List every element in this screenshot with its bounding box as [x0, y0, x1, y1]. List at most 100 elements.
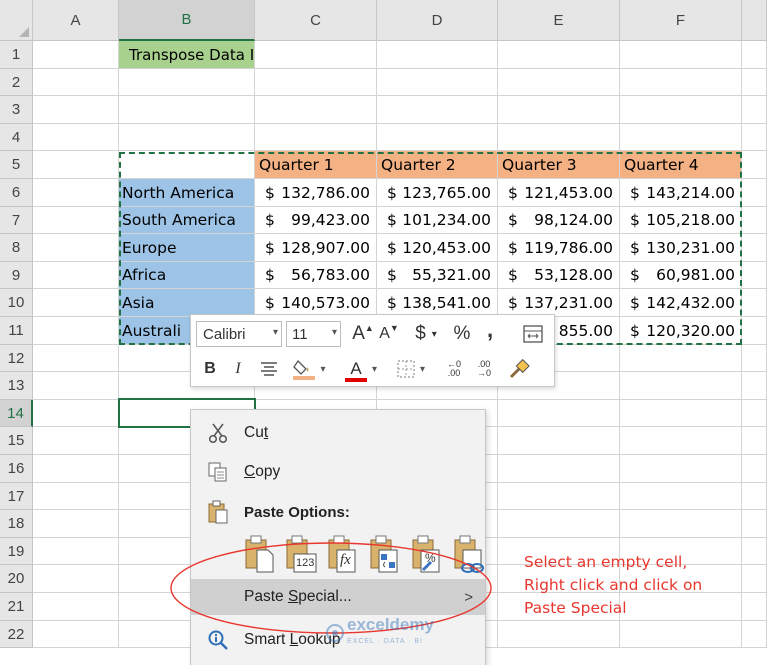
value-cell[interactable]: $60,981.00: [620, 262, 742, 289]
row-header-1[interactable]: 1: [0, 41, 33, 69]
row-header-8[interactable]: 8: [0, 234, 33, 262]
cell[interactable]: [742, 234, 767, 262]
cell[interactable]: [33, 565, 119, 593]
quarter-header-cell[interactable]: Quarter 1: [255, 151, 377, 179]
cell[interactable]: [742, 621, 767, 648]
cell[interactable]: [255, 69, 377, 96]
cell[interactable]: [377, 69, 498, 96]
cell[interactable]: [119, 124, 255, 151]
font-color-button[interactable]: A ▾: [339, 356, 383, 382]
cell[interactable]: [742, 510, 767, 538]
column-header-d[interactable]: D: [377, 0, 498, 41]
value-cell[interactable]: $120,320.00: [620, 317, 742, 345]
value-cell[interactable]: $128,907.00: [255, 234, 377, 262]
value-cell[interactable]: $140,573.00: [255, 289, 377, 317]
cell[interactable]: [33, 400, 119, 427]
column-header-c[interactable]: C: [255, 0, 377, 41]
cell[interactable]: [498, 483, 620, 510]
cell[interactable]: [742, 69, 767, 96]
row-header-3[interactable]: 3: [0, 96, 33, 124]
cell[interactable]: [33, 234, 119, 262]
value-cell[interactable]: $119,786.00: [498, 234, 620, 262]
value-cell[interactable]: $101,234.00: [377, 207, 498, 234]
paste-formulas-icon[interactable]: fx: [327, 534, 359, 574]
cell[interactable]: [33, 345, 119, 372]
cell[interactable]: [742, 289, 767, 317]
cell[interactable]: [620, 372, 742, 400]
column-header-e[interactable]: E: [498, 0, 620, 41]
cell[interactable]: [377, 96, 498, 124]
region-cell[interactable]: South America: [119, 207, 255, 234]
cell[interactable]: [742, 372, 767, 400]
decrease-decimal-button[interactable]: .00 →0: [471, 356, 497, 382]
value-cell[interactable]: $143,214.00: [620, 179, 742, 207]
value-cell[interactable]: $105,218.00: [620, 207, 742, 234]
increase-decimal-button[interactable]: ←0.00: [441, 356, 467, 382]
format-painter-button[interactable]: [505, 356, 533, 382]
column-header-a[interactable]: A: [33, 0, 119, 41]
value-cell[interactable]: $123,765.00: [377, 179, 498, 207]
cell[interactable]: [620, 69, 742, 96]
cell[interactable]: [742, 207, 767, 234]
cell[interactable]: [377, 41, 498, 69]
cell[interactable]: [742, 427, 767, 455]
accounting-format-button[interactable]: $ ▾: [407, 321, 445, 347]
cell[interactable]: [33, 538, 119, 565]
value-cell[interactable]: $138,541.00: [377, 289, 498, 317]
value-cell[interactable]: $132,786.00: [255, 179, 377, 207]
row-header-13[interactable]: 13: [0, 372, 33, 400]
paste-transpose-icon[interactable]: [369, 534, 401, 574]
row-header-19[interactable]: 19: [0, 538, 33, 565]
value-cell[interactable]: $99,423.00: [255, 207, 377, 234]
fill-color-button[interactable]: ▾: [287, 356, 331, 382]
value-cell[interactable]: $120,453.00: [377, 234, 498, 262]
cell[interactable]: [742, 345, 767, 372]
cell[interactable]: [498, 510, 620, 538]
cell[interactable]: [33, 124, 119, 151]
cell[interactable]: [33, 593, 119, 621]
borders-button[interactable]: ▾: [391, 356, 431, 382]
cell[interactable]: [33, 455, 119, 483]
percent-style-button[interactable]: %: [449, 321, 475, 347]
cell[interactable]: [498, 400, 620, 427]
quarter-header-cell[interactable]: Quarter 3: [498, 151, 620, 179]
bold-button[interactable]: B: [199, 356, 221, 382]
decrease-font-size-button[interactable]: A ▼: [377, 321, 401, 347]
cell[interactable]: [33, 289, 119, 317]
cell[interactable]: [33, 317, 119, 345]
cell[interactable]: [742, 124, 767, 151]
cell[interactable]: [33, 207, 119, 234]
row-header-17[interactable]: 17: [0, 483, 33, 510]
row-header-11[interactable]: 11: [0, 317, 33, 345]
region-cell[interactable]: Asia: [119, 289, 255, 317]
cell[interactable]: [498, 427, 620, 455]
font-name-box[interactable]: Calibri ▾: [196, 321, 282, 347]
menu-item-cut[interactable]: Cut: [191, 415, 485, 451]
quarter-header-cell[interactable]: Quarter 4: [620, 151, 742, 179]
paste-link-icon[interactable]: [453, 534, 485, 574]
row-header-6[interactable]: 6: [0, 179, 33, 207]
cell[interactable]: [620, 483, 742, 510]
region-cell[interactable]: Europe: [119, 234, 255, 262]
row-header-21[interactable]: 21: [0, 593, 33, 621]
cell[interactable]: [620, 41, 742, 69]
cell[interactable]: [742, 262, 767, 289]
row-header-10[interactable]: 10: [0, 289, 33, 317]
row-header-9[interactable]: 9: [0, 262, 33, 289]
row-header-4[interactable]: 4: [0, 124, 33, 151]
cell[interactable]: [620, 124, 742, 151]
cell[interactable]: [742, 41, 767, 69]
row-header-5[interactable]: 5: [0, 151, 33, 179]
region-cell[interactable]: North America: [119, 179, 255, 207]
cell[interactable]: [620, 400, 742, 427]
cell[interactable]: [498, 621, 620, 648]
paste-formatting-icon[interactable]: %: [411, 534, 443, 574]
increase-font-size-button[interactable]: A ▲: [351, 321, 375, 347]
value-cell[interactable]: $142,432.00: [620, 289, 742, 317]
value-cell[interactable]: $53,128.00: [498, 262, 620, 289]
value-cell[interactable]: $56,783.00: [255, 262, 377, 289]
table-corner-cell[interactable]: [119, 151, 255, 179]
cell[interactable]: [255, 41, 377, 69]
cell[interactable]: [255, 124, 377, 151]
cell[interactable]: [620, 510, 742, 538]
